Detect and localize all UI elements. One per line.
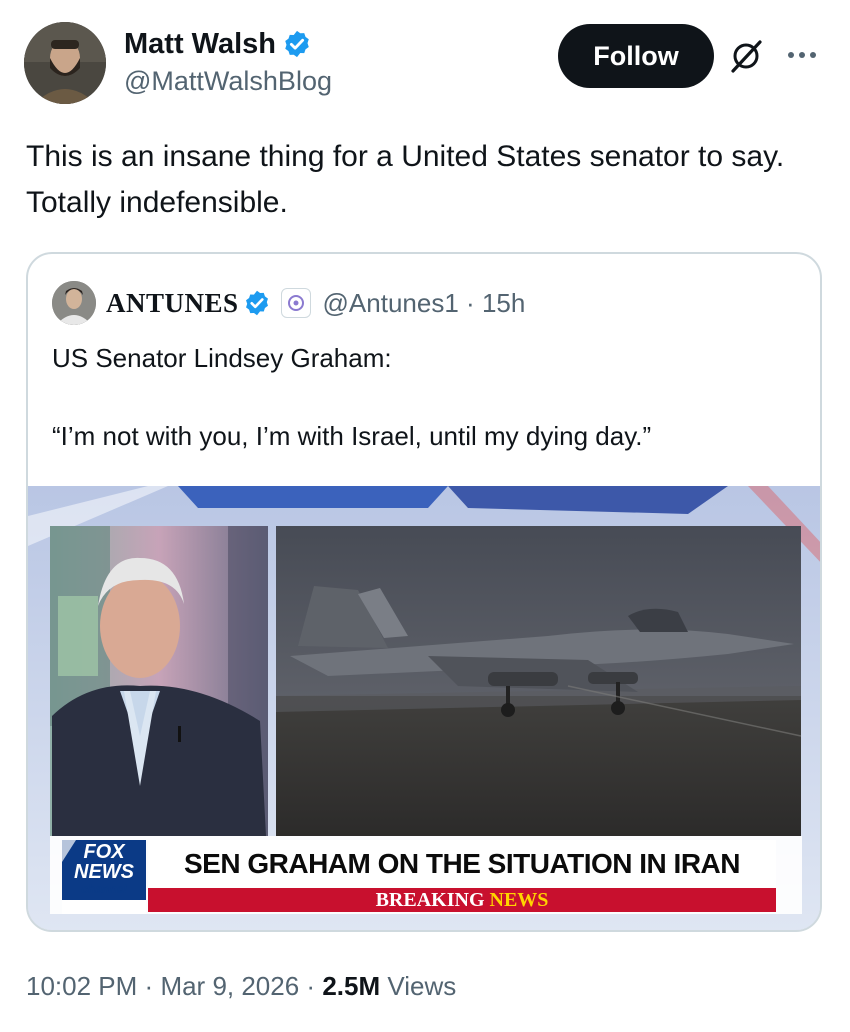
- breaking-news-bar: BREAKING NEWS: [148, 888, 776, 912]
- follow-button[interactable]: Follow: [558, 24, 714, 88]
- tweet-text: This is an insane thing for a United Sta…: [26, 140, 785, 219]
- quote-text-line1: US Senator Lindsey Graham:: [52, 343, 392, 373]
- tweet-time[interactable]: 10:02 PM: [26, 971, 137, 1001]
- meta-separator: ·: [306, 971, 316, 1001]
- quoted-tweet[interactable]: ANTUNES @Antunes1 · 15h US Senator Linds…: [26, 252, 822, 932]
- affiliate-badge-icon: [280, 288, 311, 318]
- fox-logo-line1: FOX: [83, 841, 125, 863]
- views-count: 2.5M: [322, 971, 381, 1001]
- quote-author-handle[interactable]: @Antunes1: [323, 288, 459, 318]
- chyron-headline: SEN GRAHAM ON THE SITUATION IN IRAN: [184, 848, 740, 879]
- fox-logo-line2: NEWS: [74, 861, 134, 883]
- quote-author-name[interactable]: ANTUNES: [106, 288, 239, 319]
- verified-badge-icon: [285, 30, 309, 58]
- quote-text-line2: “I’m not with you, I’m with Israel, unti…: [52, 421, 652, 451]
- meta-separator: ·: [466, 287, 475, 318]
- news-word: NEWS: [489, 889, 549, 911]
- quote-video-still[interactable]: FOX NEWS channel SEN GRAHAM ON THE SITUA…: [28, 486, 820, 930]
- author-handle[interactable]: @MattWalshBlog: [124, 64, 332, 98]
- author-avatar[interactable]: [24, 22, 106, 104]
- tweet-timestamp-row: 10:02 PM · Mar 9, 2026 · 2.5M Views: [26, 966, 456, 1006]
- views-label: Views: [387, 971, 457, 1001]
- grok-icon[interactable]: [728, 38, 764, 74]
- breaking-word: BREAKING: [375, 889, 485, 911]
- fox-logo-line3: channel: [81, 882, 127, 896]
- fox-news-logo: FOX NEWS channel: [64, 842, 144, 896]
- quote-verified-badge-icon: [245, 290, 268, 316]
- author-name[interactable]: Matt Walsh: [124, 26, 276, 62]
- meta-separator: ·: [144, 971, 154, 1001]
- tweet-date[interactable]: Mar 9, 2026: [160, 971, 299, 1001]
- quote-age[interactable]: 15h: [482, 288, 525, 318]
- quote-author-avatar[interactable]: [52, 281, 96, 325]
- more-options-icon[interactable]: [782, 40, 822, 70]
